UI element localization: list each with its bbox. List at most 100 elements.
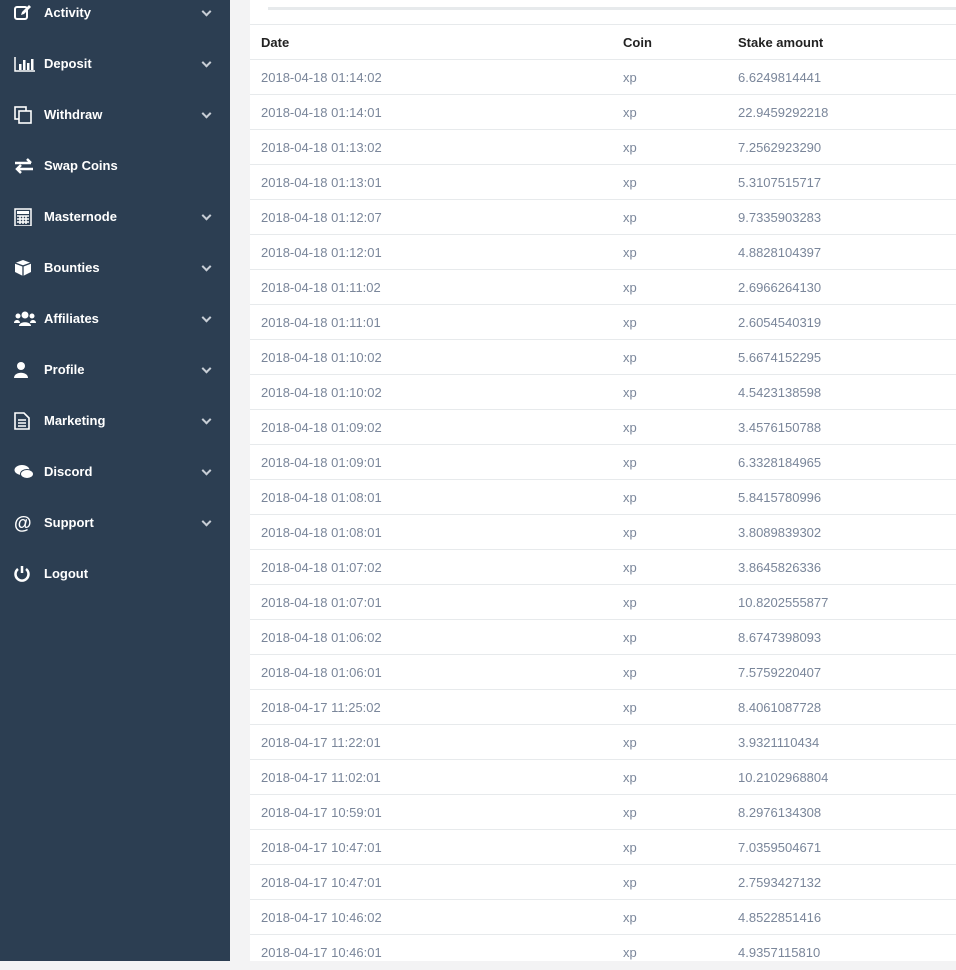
stake-amount-cell: 3.8089839302 bbox=[727, 514, 956, 550]
table-row: 2018-04-18 01:14:01 xp 22.9459292218 bbox=[250, 94, 956, 130]
sidebar-item-label: Affiliates bbox=[44, 311, 99, 326]
sidebar-item-label: Logout bbox=[44, 566, 89, 581]
sidebar-item-masternode[interactable]: Masternode bbox=[0, 191, 230, 242]
date-cell: 2018-04-18 01:14:01 bbox=[250, 94, 612, 130]
date-cell: 2018-04-17 11:22:01 bbox=[250, 724, 612, 760]
table-row: 2018-04-17 10:46:01 xp 4.9357115810 bbox=[250, 934, 956, 970]
date-cell: 2018-04-18 01:10:02 bbox=[250, 339, 612, 375]
chevron-down-icon bbox=[201, 57, 212, 68]
stake-amount-cell: 4.8828104397 bbox=[727, 234, 956, 270]
stake-amount-cell: 8.2976134308 bbox=[727, 794, 956, 830]
table-row: 2018-04-17 10:47:01 xp 7.0359504671 bbox=[250, 829, 956, 865]
coin-cell: xp bbox=[612, 199, 727, 235]
table-row: 2018-04-18 01:10:02 xp 5.6674152295 bbox=[250, 339, 956, 375]
table-row: 2018-04-18 01:13:02 xp 7.2562923290 bbox=[250, 129, 956, 165]
sidebar-item-discord[interactable]: Discord bbox=[0, 446, 230, 497]
date-cell: 2018-04-18 01:10:02 bbox=[250, 374, 612, 410]
coin-cell: xp bbox=[612, 304, 727, 340]
exchange-icon bbox=[14, 157, 36, 174]
date-cell: 2018-04-18 01:13:01 bbox=[250, 164, 612, 200]
table-row: 2018-04-18 01:13:01 xp 5.3107515717 bbox=[250, 164, 956, 200]
date-cell: 2018-04-18 01:12:07 bbox=[250, 199, 612, 235]
sidebar-item-label: Activity bbox=[44, 5, 91, 20]
table-row: 2018-04-17 11:02:01 xp 10.2102968804 bbox=[250, 759, 956, 795]
coin-cell: xp bbox=[612, 164, 727, 200]
stakes-panel: Date Coin Stake amount 2018-04-18 01:14:… bbox=[250, 0, 956, 970]
date-cell: 2018-04-17 11:02:01 bbox=[250, 759, 612, 795]
coin-cell: xp bbox=[612, 654, 727, 690]
coin-cell: xp bbox=[612, 409, 727, 445]
coin-cell: xp bbox=[612, 444, 727, 480]
date-cell: 2018-04-18 01:08:01 bbox=[250, 514, 612, 550]
date-cell: 2018-04-18 01:11:01 bbox=[250, 304, 612, 340]
stake-amount-cell: 3.4576150788 bbox=[727, 409, 956, 445]
table-row: 2018-04-18 01:12:07 xp 9.7335903283 bbox=[250, 199, 956, 235]
coin-cell: xp bbox=[612, 584, 727, 620]
sidebar-item-deposit[interactable]: Deposit bbox=[0, 38, 230, 89]
table-row: 2018-04-18 01:11:01 xp 2.6054540319 bbox=[250, 304, 956, 340]
date-cell: 2018-04-18 01:07:01 bbox=[250, 584, 612, 620]
sidebar-item-label: Withdraw bbox=[44, 107, 103, 122]
sidebar-item-activity[interactable]: Activity bbox=[0, 0, 230, 38]
date-cell: 2018-04-17 10:47:01 bbox=[250, 829, 612, 865]
sidebar-item-affiliates[interactable]: Affiliates bbox=[0, 293, 230, 344]
table-row: 2018-04-18 01:09:01 xp 6.3328184965 bbox=[250, 444, 956, 480]
table-row: 2018-04-18 01:14:02 xp 6.6249814441 bbox=[250, 59, 956, 95]
sidebar-item-swap-coins[interactable]: Swap Coins bbox=[0, 140, 230, 191]
coin-cell: xp bbox=[612, 94, 727, 130]
coin-cell: xp bbox=[612, 129, 727, 165]
stake-amount-cell: 10.8202555877 bbox=[727, 584, 956, 620]
sidebar: Activity Deposit Withdraw Swap Coins Mastern… bbox=[0, 0, 230, 961]
chevron-down-icon bbox=[201, 108, 212, 119]
stake-amount-cell: 3.8645826336 bbox=[727, 549, 956, 585]
table-row: 2018-04-18 01:06:01 xp 7.5759220407 bbox=[250, 654, 956, 690]
stake-amount-cell: 5.6674152295 bbox=[727, 339, 956, 375]
sidebar-item-profile[interactable]: Profile bbox=[0, 344, 230, 395]
date-header[interactable]: Date bbox=[250, 24, 612, 60]
coin-cell: xp bbox=[612, 794, 727, 830]
chevron-down-icon bbox=[201, 465, 212, 476]
table-row: 2018-04-18 01:07:02 xp 3.8645826336 bbox=[250, 549, 956, 585]
coin-header[interactable]: Coin bbox=[612, 24, 727, 60]
stake-amount-cell: 2.6966264130 bbox=[727, 269, 956, 305]
sidebar-item-label: Bounties bbox=[44, 260, 100, 275]
table-row: 2018-04-17 11:25:02 xp 8.4061087728 bbox=[250, 689, 956, 725]
coin-cell: xp bbox=[612, 479, 727, 515]
coin-cell: xp bbox=[612, 339, 727, 375]
table-row: 2018-04-18 01:11:02 xp 2.6966264130 bbox=[250, 269, 956, 305]
stake-amount-cell: 5.8415780996 bbox=[727, 479, 956, 515]
date-cell: 2018-04-18 01:08:01 bbox=[250, 479, 612, 515]
stake-amount-cell: 10.2102968804 bbox=[727, 759, 956, 795]
table-row: 2018-04-18 01:10:02 xp 4.5423138598 bbox=[250, 374, 956, 410]
sidebar-item-bounties[interactable]: Bounties bbox=[0, 242, 230, 293]
coin-cell: xp bbox=[612, 374, 727, 410]
stake-amount-cell: 3.9321110434 bbox=[727, 724, 956, 760]
table-row: 2018-04-18 01:07:01 xp 10.8202555877 bbox=[250, 584, 956, 620]
power-icon bbox=[14, 565, 36, 583]
date-cell: 2018-04-17 10:46:02 bbox=[250, 899, 612, 935]
stake-amount-cell: 5.3107515717 bbox=[727, 164, 956, 200]
date-cell: 2018-04-17 10:46:01 bbox=[250, 934, 612, 970]
stake-amount-cell: 8.6747398093 bbox=[727, 619, 956, 655]
chevron-down-icon bbox=[201, 6, 212, 17]
date-cell: 2018-04-18 01:07:02 bbox=[250, 549, 612, 585]
edit-icon bbox=[14, 4, 36, 21]
calculator-icon bbox=[14, 207, 36, 226]
cube-icon bbox=[14, 259, 36, 277]
coin-cell: xp bbox=[612, 234, 727, 270]
stake-amount-cell: 7.2562923290 bbox=[727, 129, 956, 165]
comments-icon bbox=[14, 464, 36, 480]
at-icon: @ bbox=[14, 514, 36, 532]
date-cell: 2018-04-18 01:09:01 bbox=[250, 444, 612, 480]
sidebar-item-label: Discord bbox=[44, 464, 93, 479]
table-row: 2018-04-18 01:08:01 xp 3.8089839302 bbox=[250, 514, 956, 550]
sidebar-item-label: Support bbox=[44, 515, 94, 530]
sidebar-item-logout[interactable]: Logout bbox=[0, 548, 230, 599]
sidebar-item-support[interactable]: @ Support bbox=[0, 497, 230, 548]
table-row: 2018-04-17 10:47:01 xp 2.7593427132 bbox=[250, 864, 956, 900]
copy-icon bbox=[14, 105, 36, 124]
sidebar-item-withdraw[interactable]: Withdraw bbox=[0, 89, 230, 140]
chevron-down-icon bbox=[201, 210, 212, 221]
sidebar-item-marketing[interactable]: Marketing bbox=[0, 395, 230, 446]
stake-amount-header[interactable]: Stake amount bbox=[727, 24, 956, 60]
